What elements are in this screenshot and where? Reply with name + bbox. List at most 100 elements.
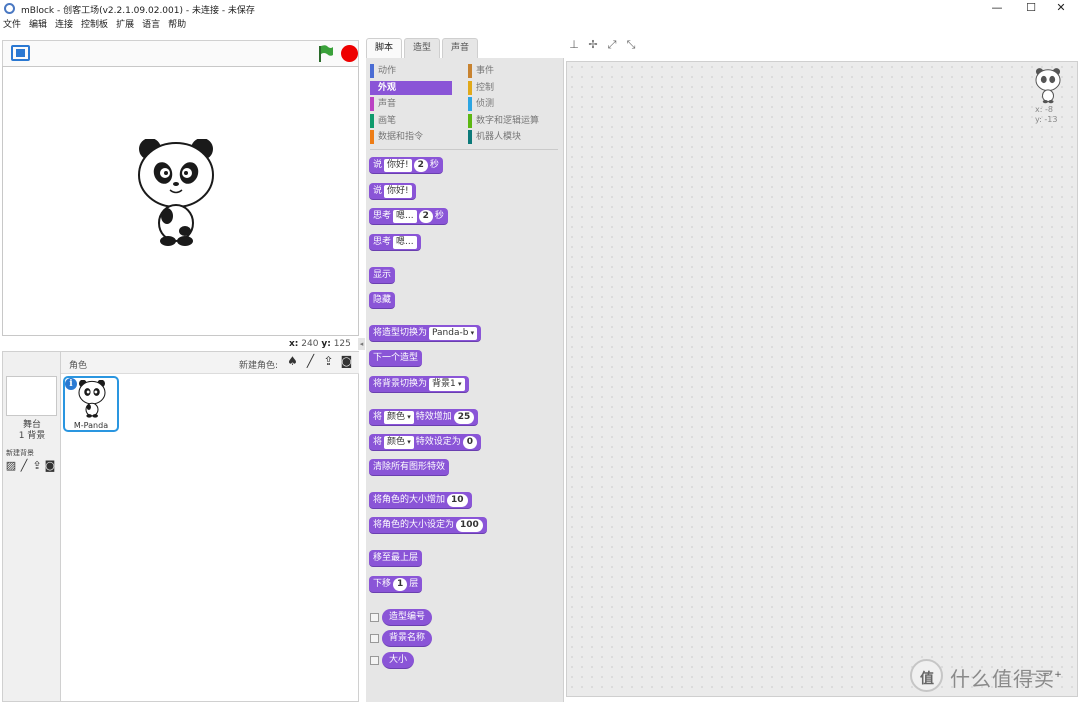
reporter-backdrop-name[interactable]: 背景名称: [382, 630, 433, 647]
paint-backdrop-icon[interactable]: ╱: [18, 459, 30, 472]
block-text: 将角色的大小设定为: [373, 519, 455, 530]
block-say-for-secs[interactable]: 说 你好! 2 秒: [369, 157, 443, 174]
block-set-effect[interactable]: 将 颜色 特效设定为 0: [369, 434, 482, 451]
category-control[interactable]: 控制: [468, 81, 494, 95]
camera-sprite-icon[interactable]: ◙: [340, 355, 353, 368]
block-switch-costume[interactable]: 将造型切换为 Panda-b: [369, 325, 482, 342]
block-text: 下一个造型: [373, 352, 419, 363]
category-color-bar: [370, 97, 374, 111]
block-change-effect[interactable]: 将 颜色 特效增加 25: [369, 409, 479, 426]
tab-scripts[interactable]: 脚本: [366, 38, 403, 58]
block-switch-backdrop[interactable]: 将背景切换为 背景1: [369, 376, 469, 393]
block-text: 思考: [373, 236, 392, 247]
category-data[interactable]: 数据和指令: [370, 130, 423, 144]
script-toolbar: ⊥ ✢ ⤢ ⤡: [568, 38, 637, 51]
block-clear-effects[interactable]: 清除所有图形特效: [369, 459, 450, 476]
category-label: 动作: [378, 66, 397, 76]
block-number-input[interactable]: 1: [393, 577, 408, 591]
green-flag-icon[interactable]: [316, 44, 334, 63]
tab-costumes[interactable]: 造型: [404, 38, 441, 58]
block-number-input[interactable]: 0: [462, 435, 478, 449]
block-change-size[interactable]: 将角色的大小增加 10: [369, 492, 472, 509]
stage-thumbnail[interactable]: [6, 376, 57, 416]
costume-dropdown[interactable]: Panda-b: [429, 326, 478, 340]
block-think-for-secs[interactable]: 思考 嗯... 2 秒: [369, 208, 448, 225]
stamp-icon[interactable]: ⊥: [568, 38, 580, 51]
info-icon[interactable]: i: [65, 378, 77, 390]
paint-sprite-icon[interactable]: ╱: [304, 355, 317, 368]
block-text-input[interactable]: 嗯...: [393, 235, 417, 249]
stage-canvas[interactable]: [2, 66, 359, 336]
menu-help[interactable]: 帮助: [164, 17, 190, 34]
block-text: 说: [373, 159, 383, 170]
block-go-back-layers[interactable]: 下移 1 层: [369, 576, 423, 593]
backdrop-name-checkbox[interactable]: [370, 634, 379, 643]
category-looks[interactable]: 外观: [370, 81, 452, 95]
menu-language[interactable]: 语言: [138, 17, 164, 34]
close-button[interactable]: ✕: [1042, 0, 1080, 17]
category-sound[interactable]: 声音: [370, 97, 396, 111]
category-robots[interactable]: 机器人模块: [468, 130, 521, 144]
block-number-input[interactable]: 100: [456, 518, 483, 532]
fullscreen-icon[interactable]: [11, 45, 30, 61]
block-text: 说: [373, 185, 383, 196]
minimize-button[interactable]: —: [978, 0, 1016, 17]
category-events[interactable]: 事件: [468, 64, 494, 78]
costume-number-checkbox[interactable]: [370, 613, 379, 622]
effect-dropdown[interactable]: 颜色: [384, 435, 414, 449]
block-categories: 动作 事件 外观 控制 声音 侦测 画笔 数字和逻辑运算 数据和指令 机器人模块: [370, 64, 558, 150]
block-text-input[interactable]: 嗯...: [393, 209, 417, 223]
menu-bar: 文件 编辑 连接 控制板 扩展 语言 帮助: [0, 17, 1080, 34]
stop-icon[interactable]: [341, 45, 358, 62]
block-text-input[interactable]: 你好!: [384, 184, 412, 198]
cut-icon[interactable]: ✢: [587, 38, 599, 51]
tab-sounds[interactable]: 声音: [442, 38, 479, 58]
new-backdrop-tools: ▨ ╱ ⇪ ◙: [5, 459, 56, 472]
block-text: 将背景切换为: [373, 378, 428, 389]
block-text: 将: [373, 411, 383, 422]
reporter-costume-number[interactable]: 造型编号: [382, 609, 433, 626]
block-next-costume[interactable]: 下一个造型: [369, 350, 423, 367]
effect-dropdown[interactable]: 颜色: [384, 410, 414, 424]
category-motion[interactable]: 动作: [370, 64, 396, 78]
block-number-input[interactable]: 2: [413, 158, 428, 172]
upload-sprite-icon[interactable]: ⇪: [322, 355, 335, 368]
menu-board[interactable]: 控制板: [77, 17, 112, 34]
block-number-input[interactable]: 2: [418, 209, 433, 223]
category-sensing[interactable]: 侦测: [468, 97, 494, 111]
collapse-stage-button[interactable]: ◂: [358, 338, 365, 350]
current-sprite-icon: [1035, 68, 1061, 104]
size-checkbox[interactable]: [370, 656, 379, 665]
menu-edit[interactable]: 编辑: [25, 17, 51, 34]
category-color-bar: [468, 114, 472, 128]
backdrop-dropdown[interactable]: 背景1: [429, 377, 465, 391]
sprite-library-icon[interactable]: ♠: [286, 355, 299, 368]
upload-backdrop-icon[interactable]: ⇪: [31, 459, 43, 472]
block-show[interactable]: 显示: [369, 267, 396, 284]
shrink-icon[interactable]: ⤡: [625, 38, 637, 51]
menu-extensions[interactable]: 扩展: [112, 17, 138, 34]
mblock-app-icon: [4, 3, 15, 14]
block-think[interactable]: 思考 嗯...: [369, 234, 421, 251]
menu-file[interactable]: 文件: [0, 17, 25, 34]
backdrop-library-icon[interactable]: ▨: [5, 459, 17, 472]
camera-backdrop-icon[interactable]: ◙: [44, 459, 56, 472]
category-pen[interactable]: 画笔: [370, 114, 396, 128]
block-say[interactable]: 说 你好!: [369, 183, 416, 200]
reporter-size[interactable]: 大小: [382, 652, 415, 669]
block-hide[interactable]: 隐藏: [369, 292, 396, 309]
sprites-label: 角色: [69, 361, 88, 371]
block-text: 特效增加: [415, 411, 452, 422]
category-label: 控制: [476, 83, 495, 93]
sprite-tile[interactable]: i M-Panda: [63, 376, 119, 432]
panda-sprite[interactable]: [136, 139, 216, 247]
grow-icon[interactable]: ⤢: [606, 38, 618, 51]
block-number-input[interactable]: 10: [447, 493, 468, 507]
block-number-input[interactable]: 25: [453, 410, 475, 424]
category-operators[interactable]: 数字和逻辑运算: [468, 114, 539, 128]
block-text-input[interactable]: 你好!: [384, 158, 412, 172]
block-go-to-front[interactable]: 移至最上层: [369, 550, 423, 567]
block-set-size[interactable]: 将角色的大小设定为 100: [369, 517, 487, 534]
script-area[interactable]: x: -8 y: -13 − = +: [566, 61, 1078, 697]
menu-connect[interactable]: 连接: [51, 17, 77, 34]
